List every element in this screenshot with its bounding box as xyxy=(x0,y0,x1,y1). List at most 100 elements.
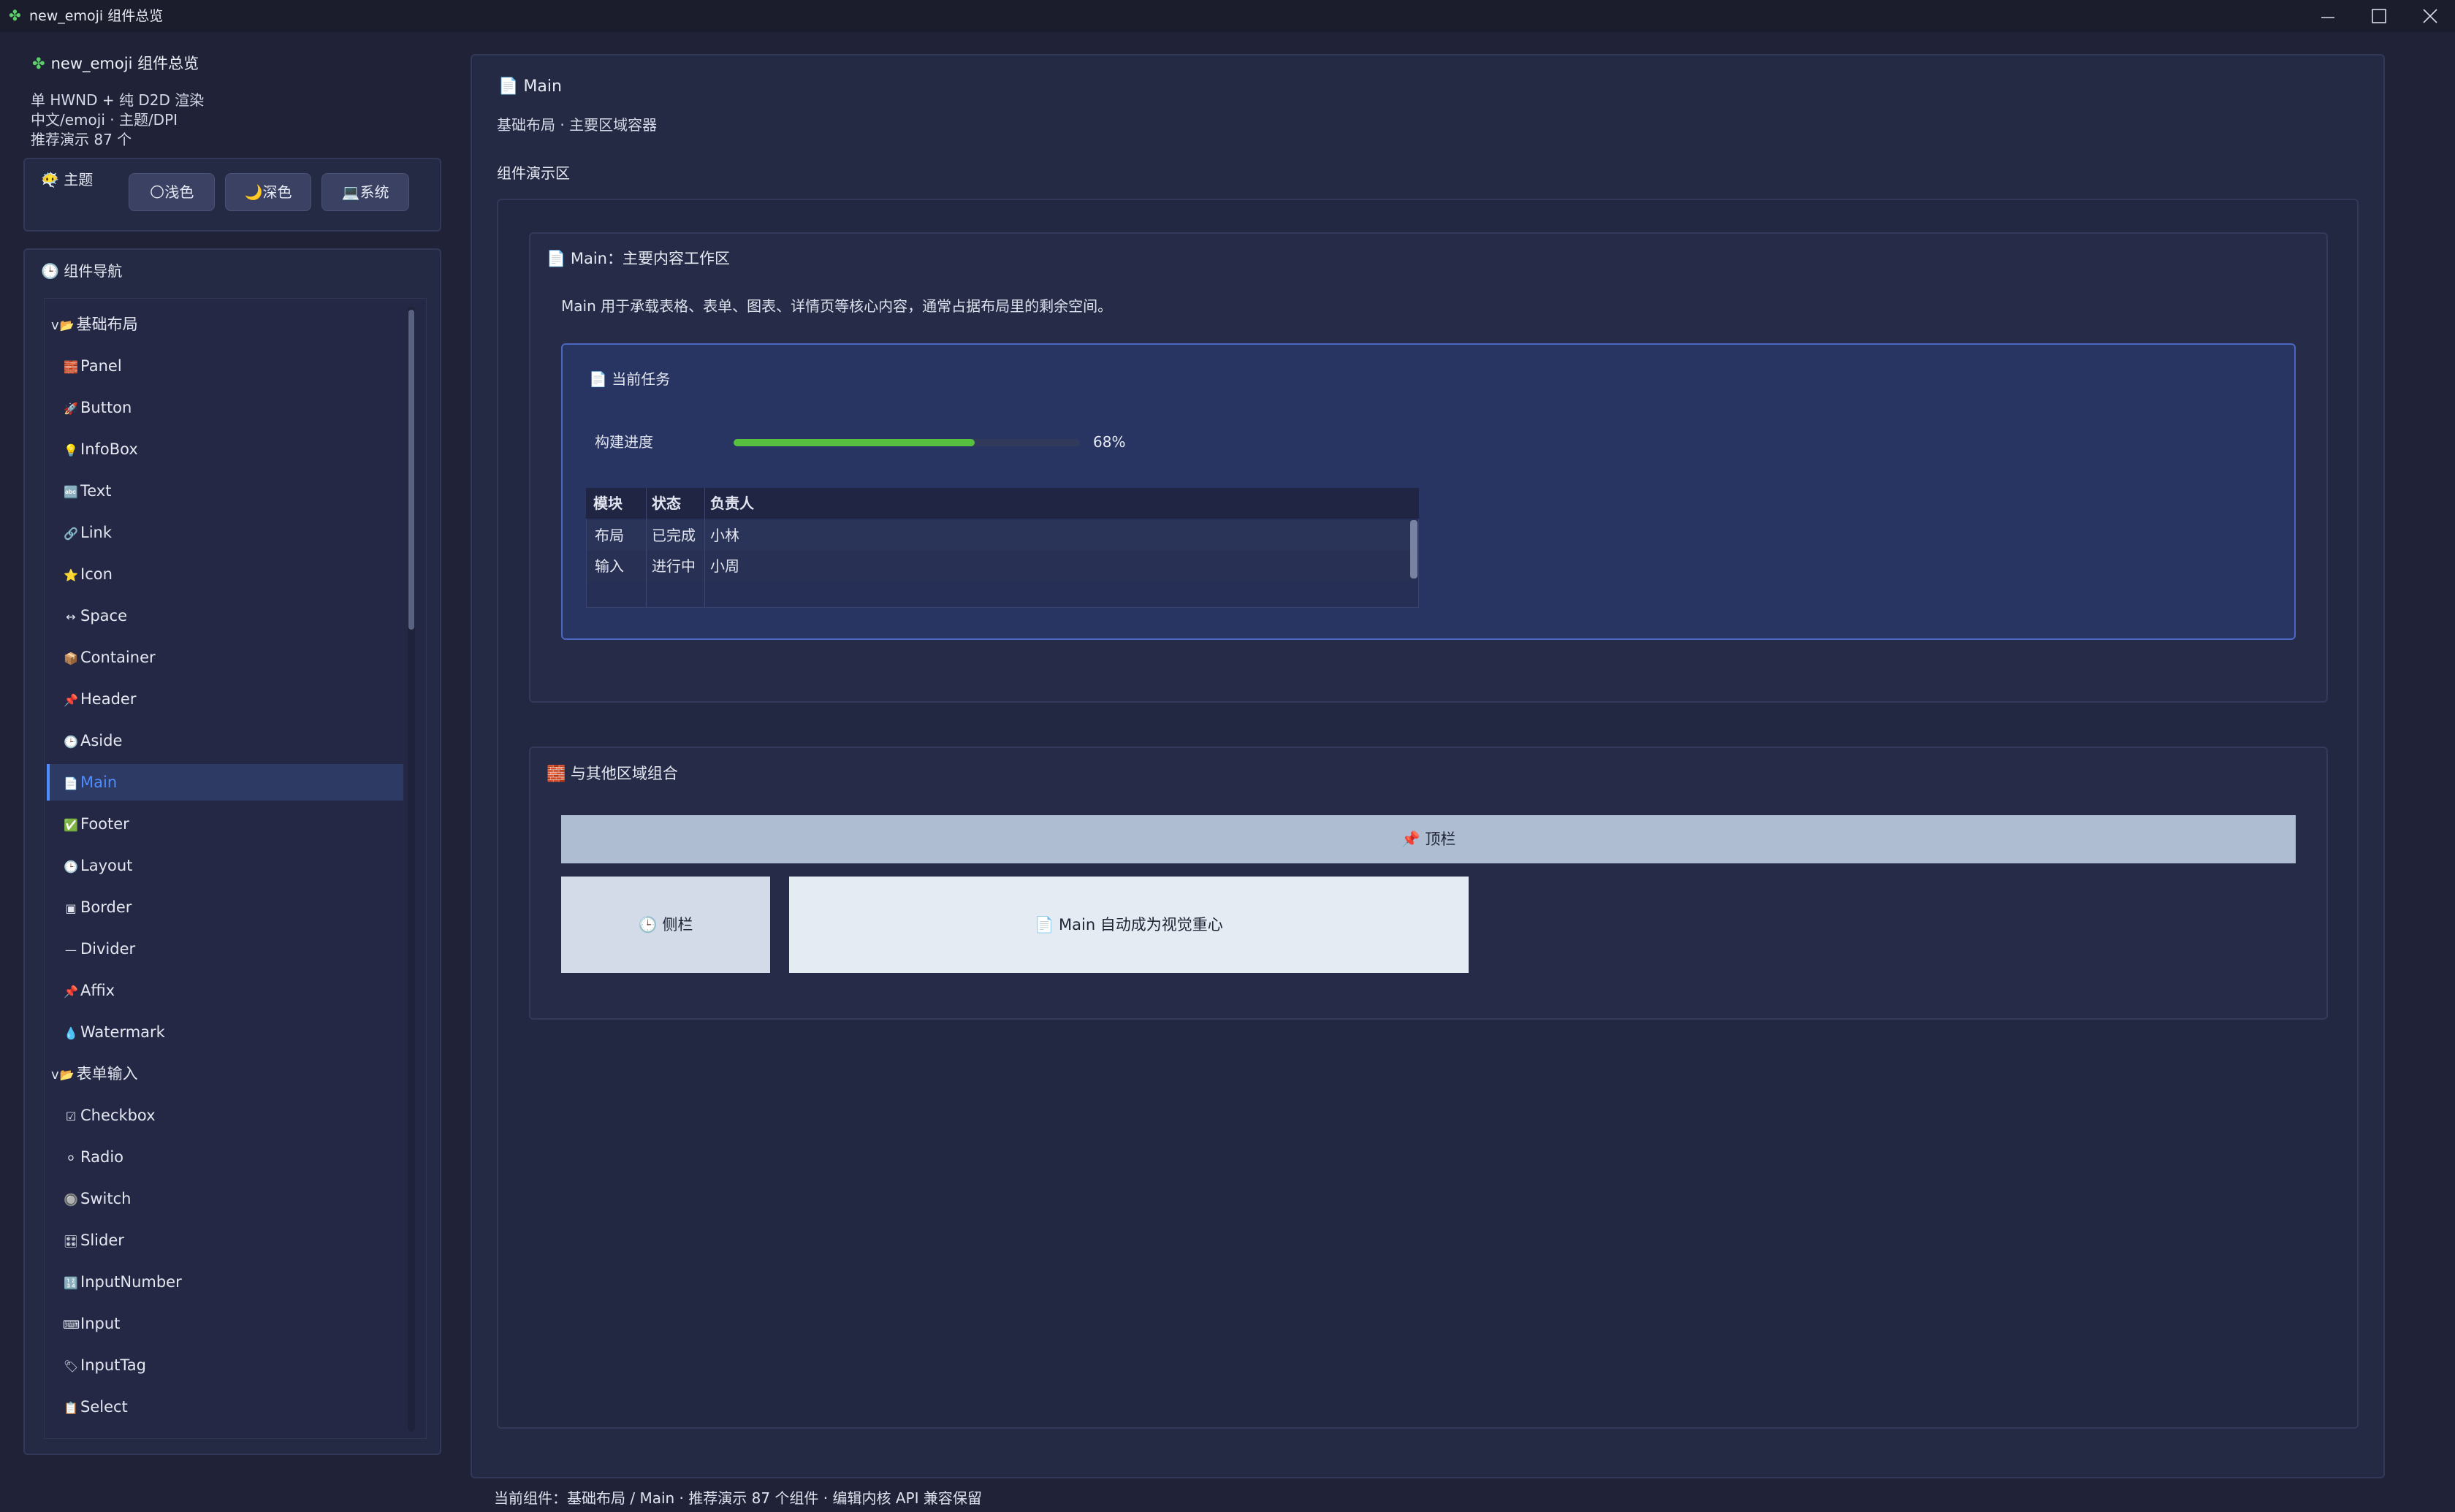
sidebar-item-layout[interactable]: 🕒 Layout xyxy=(63,847,421,884)
nav-item-icon: 📄 xyxy=(64,776,78,790)
sidebar-item-label: Select xyxy=(80,1398,128,1416)
theme-system-label: 系统 xyxy=(359,183,389,201)
nav-group-0[interactable]: v📂 基础布局 xyxy=(51,306,409,343)
sidebar-item-text[interactable]: 🔤 Text xyxy=(63,473,421,509)
sidebar-item-main[interactable]: 📄 Main xyxy=(47,764,403,801)
sidebar-item-panel[interactable]: 🧱 Panel xyxy=(63,348,421,384)
nav-item-icon: ⚪ xyxy=(66,1151,76,1165)
sidebar-item-label: Switch xyxy=(80,1190,132,1207)
nav-item-icon: 📌 xyxy=(64,693,78,707)
sidebar-item-radio[interactable]: ⚪ Radio xyxy=(63,1139,421,1175)
nav-item-icon: ⭐ xyxy=(64,568,78,582)
nav-item-icon: 🕒 xyxy=(64,735,78,749)
nav-item-icon: ▣ xyxy=(65,901,77,915)
sidebar-item-input[interactable]: ⌨Input xyxy=(63,1305,421,1342)
chevron-down-icon: v xyxy=(51,318,59,333)
sidebar-app-title: ✤ new_emoji 组件总览 xyxy=(32,53,199,75)
nav-item-icon: 🔢 xyxy=(64,1276,78,1290)
nav-item-icon: ⌨ xyxy=(63,1318,80,1332)
nav-item-icon: ☑ xyxy=(65,1110,77,1123)
sidebar-item-label: Icon xyxy=(80,565,113,583)
nav-label-text: 组件导航 xyxy=(64,262,123,280)
nav-item-icon: — xyxy=(65,943,77,957)
sidebar-item-container[interactable]: 📦 Container xyxy=(63,639,421,676)
sidebar-item-button[interactable]: 🚀 Button xyxy=(63,389,421,426)
section-title: 🧱 与其他区域组合 xyxy=(547,763,678,784)
sidebar-item-icon[interactable]: ⭐ Icon xyxy=(63,556,421,592)
sidebar-item-inputtag[interactable]: 🏷 InputTag xyxy=(63,1347,421,1383)
folder-icon: 📂 xyxy=(59,318,75,332)
sidebar-item-inputnumber[interactable]: 🔢 InputNumber xyxy=(63,1264,421,1300)
table-header-cell[interactable]: 负责人 xyxy=(710,488,754,519)
theme-light-button[interactable]: 🌕浅色 xyxy=(129,173,215,211)
nav-item-icon: 🔤 xyxy=(64,485,78,499)
theme-system-button[interactable]: 💻系统 xyxy=(321,173,409,211)
table-cell: 输入 xyxy=(595,557,624,575)
sidebar-item-label: Watermark xyxy=(80,1023,165,1041)
theme-dark-button[interactable]: 🌙深色 xyxy=(225,173,311,211)
nav-item-icon: 🎛 xyxy=(63,1234,79,1248)
nav-group-1[interactable]: v📂 表单输入 xyxy=(51,1055,409,1092)
clock-icon: 🕒 xyxy=(41,262,59,280)
sidebar-item-header[interactable]: 📌 Header xyxy=(63,681,421,717)
minimize-button[interactable] xyxy=(2303,0,2353,32)
nav-item-icon: 💡 xyxy=(64,443,78,457)
theme-icon: 😶‍🌫️ xyxy=(41,171,59,188)
nav-item-icon: 🚀 xyxy=(64,402,78,416)
sidebar-item-label: Checkbox xyxy=(80,1107,156,1124)
section-title: 📄 Main：主要内容工作区 xyxy=(547,247,730,270)
sidebar-item-label: Main xyxy=(80,774,118,791)
page-icon: 📄 xyxy=(498,77,519,96)
window-title: new_emoji 组件总览 xyxy=(29,8,164,24)
demo-area-label: 组件演示区 xyxy=(497,164,570,182)
sidebar-item-label: InputTag xyxy=(80,1356,146,1374)
sidebar-item-label: Affix xyxy=(80,982,115,999)
sidebar-item-select[interactable]: 📋 Select xyxy=(63,1389,421,1425)
sidebar-item-label: Link xyxy=(80,524,113,541)
sidebar-item-footer[interactable]: ✅ Footer xyxy=(63,806,421,842)
sidebar-item-aside[interactable]: 🕒 Aside xyxy=(63,722,421,759)
sidebar-item-space[interactable]: ↔ Space xyxy=(63,597,421,634)
nav-item-icon: ✅ xyxy=(64,818,78,832)
sidebar-item-slider[interactable]: 🎛 Slider xyxy=(63,1222,421,1259)
table-header-cell[interactable]: 模块 xyxy=(593,488,623,519)
nav-item-icon: 🧱 xyxy=(64,360,78,374)
table-header-cell[interactable]: 状态 xyxy=(652,488,681,519)
folder-icon: 📂 xyxy=(59,1068,75,1082)
section-description: Main 用于承载表格、表单、图表、详情页等核心内容，通常占据布局里的剩余空间。 xyxy=(561,297,1113,315)
sidebar-info-line: 单 HWND + 纯 D2D 渲染 xyxy=(31,91,205,109)
status-bar: 当前组件：基础布局 / Main · 推荐演示 87 个组件 · 编辑内核 AP… xyxy=(494,1489,982,1507)
sidebar-item-switch[interactable]: 🔘 Switch xyxy=(63,1180,421,1217)
section-title-text: 与其他区域组合 xyxy=(570,765,678,782)
close-button[interactable] xyxy=(2405,0,2455,32)
sidebar-item-affix[interactable]: 📌 Affix xyxy=(63,972,421,1009)
sidebar-item-label: Slider xyxy=(80,1232,124,1249)
sidebar-item-border[interactable]: ▣ Border xyxy=(63,889,421,925)
progress-percent: 68% xyxy=(1093,433,1126,451)
moon-icon: 🌙 xyxy=(244,183,263,201)
nav-item-icon: 📋 xyxy=(64,1401,78,1415)
table-cell: 进行中 xyxy=(652,557,696,575)
minimize-icon xyxy=(2321,17,2334,18)
sidebar-item-divider[interactable]: — Divider xyxy=(63,931,421,967)
theme-light-label: 浅色 xyxy=(164,183,194,201)
section-title-text: Main：主要内容工作区 xyxy=(570,250,730,267)
app-logo-icon: ✤ xyxy=(32,55,45,72)
title-bar xyxy=(0,0,2455,32)
sidebar-item-watermark[interactable]: 💧 Watermark xyxy=(63,1014,421,1050)
progress-label: 构建进度 xyxy=(595,433,653,451)
maximize-button[interactable] xyxy=(2354,0,2404,32)
sidebar-item-label: Panel xyxy=(80,357,122,375)
sidebar-item-infobox[interactable]: 💡 InfoBox xyxy=(63,431,421,467)
theme-label-text: 主题 xyxy=(64,171,94,188)
sidebar-app-title-text: new_emoji 组件总览 xyxy=(50,55,199,72)
moon-full-icon: 🌕 xyxy=(149,183,165,201)
sidebar-item-checkbox[interactable]: ☑ Checkbox xyxy=(63,1097,421,1134)
sidebar-item-label: Divider xyxy=(80,940,136,958)
sidebar-item-label: Text xyxy=(80,482,112,500)
table-scrollbar-thumb[interactable] xyxy=(1410,520,1417,579)
sidebar-item-link[interactable]: 🔗 Link xyxy=(63,514,421,551)
page-icon: 📄 xyxy=(589,370,607,388)
table-cell: 布局 xyxy=(595,527,624,544)
sidebar-item-label: Footer xyxy=(80,815,129,833)
